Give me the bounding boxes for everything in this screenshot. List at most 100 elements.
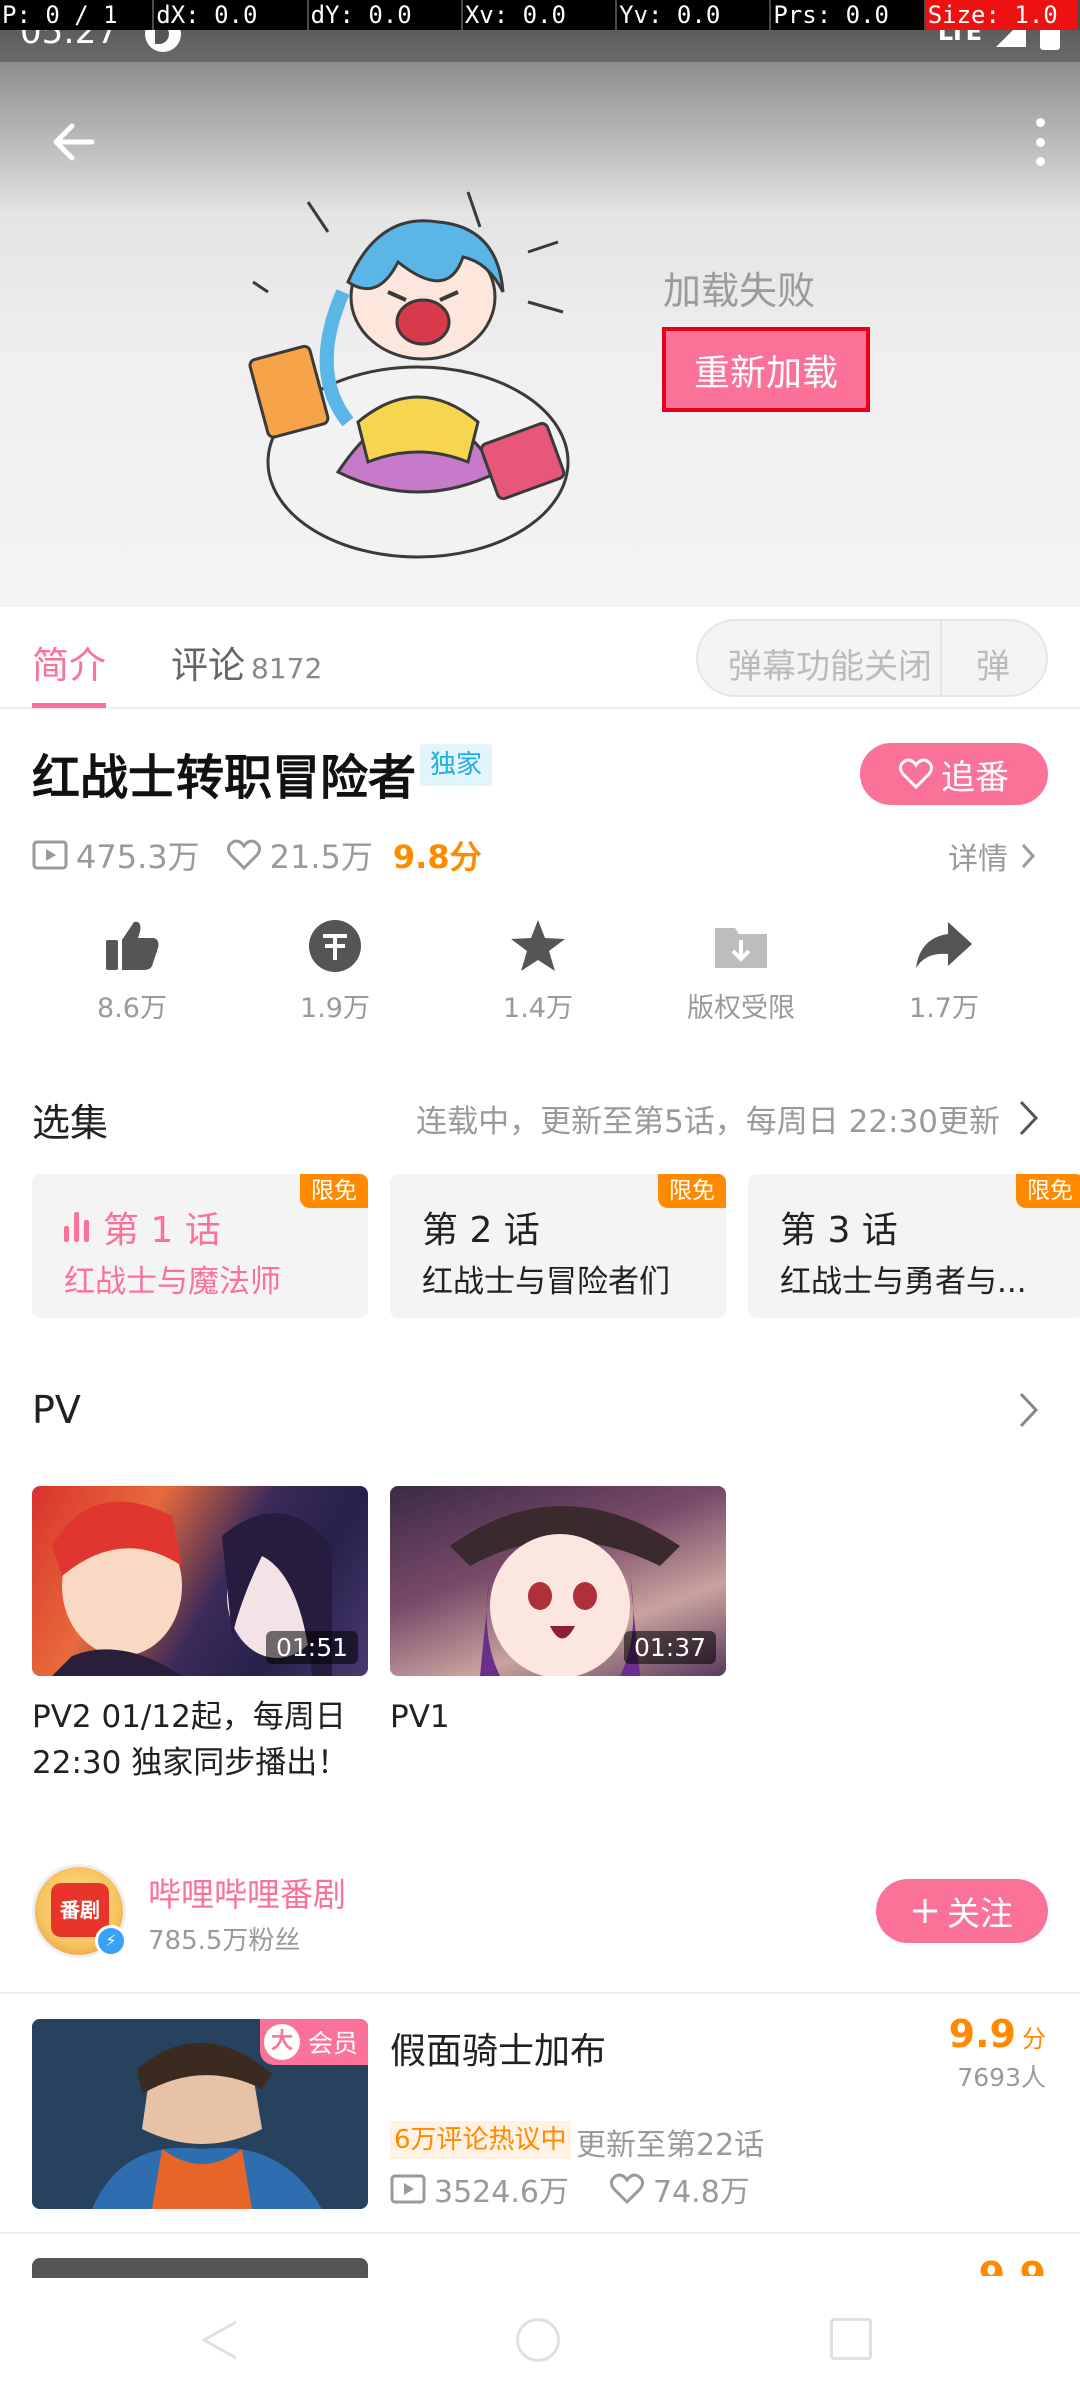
thumb-up-icon: [106, 921, 159, 970]
now-playing-icon: [64, 1212, 89, 1242]
nav-recents-icon[interactable]: [830, 2318, 872, 2360]
download-icon: [715, 928, 767, 968]
pv-chevron-icon[interactable]: [1016, 1390, 1042, 1430]
more-options-icon[interactable]: [1028, 112, 1052, 172]
episodes-chevron-icon[interactable]: [1016, 1098, 1042, 1138]
pv-title: PV2 01/12起，每周日22:30 独家同步播出！: [32, 1699, 349, 1781]
like-count-label: 8.6万: [97, 993, 167, 1024]
follow-uploader-button[interactable]: 关注: [876, 1879, 1048, 1943]
uploader-name[interactable]: 哔哩哔哩番剧: [148, 1868, 346, 1916]
pv-section-title: PV: [32, 1388, 81, 1432]
star-icon: [511, 920, 565, 971]
episode-subtitle: 红战士与冒险者们: [422, 1264, 670, 1300]
coin-count-label: 1.9万: [300, 993, 370, 1024]
episode-subtitle: 红战士与魔法师: [64, 1264, 281, 1300]
episode-title: 第 1 话: [64, 1201, 221, 1253]
overlay-pointer: P: 0 / 1: [0, 0, 155, 30]
overlay-yv: Yv: 0.0: [617, 0, 772, 30]
chevron-right-icon: [1021, 843, 1036, 869]
uploader-avatar[interactable]: 番剧 ⚡: [32, 1864, 127, 1958]
overlay-dx: dX: 0.0: [154, 0, 309, 30]
episodes-update-status[interactable]: 连载中，更新至第5话，每周日 22:30更新: [416, 1096, 1000, 1141]
tab-intro[interactable]: 简介: [32, 635, 106, 689]
danmaku-input[interactable]: 弹幕功能关闭 弹: [696, 619, 1048, 697]
free-badge: 限免: [300, 1174, 368, 1208]
heart-icon: [899, 758, 933, 790]
episode-title: 第 2 话: [422, 1210, 540, 1251]
recommendation-likes: 74.8万: [652, 2175, 750, 2210]
episode-title: 第 3 话: [780, 1210, 898, 1251]
danmaku-divider: [940, 621, 942, 695]
like-button[interactable]: 8.6万: [32, 918, 232, 1025]
tab-comments-label: 评论: [171, 644, 245, 687]
overlay-size: Size: 1.0: [925, 0, 1080, 30]
pv-title: PV1: [390, 1699, 450, 1735]
pv-item-1[interactable]: 01:51 PV2 01/12起，每周日22:30 独家同步播出！: [32, 1486, 368, 1786]
vip-badge: 大 会员: [259, 2019, 368, 2065]
favorite-count-label: 1.4万: [503, 993, 573, 1024]
recommendation-title[interactable]: 假面骑士加布: [390, 2022, 606, 2074]
episode-card-2[interactable]: 限免 第 2 话 红战士与冒险者们: [390, 1174, 726, 1318]
recommendation-stats: 3524.6万 74.8万: [390, 2167, 750, 2211]
plus-icon: [913, 1899, 937, 1923]
load-error-mascot-image: [248, 191, 570, 559]
favorite-button[interactable]: 1.4万: [438, 918, 638, 1025]
recommendation-plays: 3524.6万: [434, 2175, 569, 2210]
heart-outline-icon: [609, 2173, 645, 2205]
back-arrow-icon[interactable]: [44, 112, 104, 172]
danmaku-status-label: 弹幕功能关闭: [728, 647, 932, 687]
overlay-xv: Xv: 0.0: [463, 0, 618, 30]
free-badge: 限免: [1016, 1174, 1080, 1208]
episode-subtitle: 红战士与勇者与...: [780, 1264, 1027, 1300]
active-tab-indicator: [32, 703, 106, 708]
show-score: 9.8分: [392, 838, 482, 876]
reload-button[interactable]: 重新加载: [662, 327, 870, 412]
details-link[interactable]: 详情: [948, 834, 1036, 878]
score-unit: 分: [1022, 2025, 1046, 2053]
pv-duration: 01:51: [265, 1631, 358, 1664]
share-button[interactable]: 1.7万: [844, 918, 1044, 1025]
coin-button[interactable]: 1.9万: [235, 918, 435, 1025]
follow-uploader-label: 关注: [947, 1894, 1013, 1933]
pv-item-2[interactable]: 01:37 PV1: [390, 1486, 726, 1740]
recommendation-thumbnail[interactable]: 大 会员: [32, 2019, 368, 2209]
download-button[interactable]: 版权受限: [641, 918, 841, 1025]
play-count: 475.3万: [76, 838, 200, 876]
overlay-pressure: Prs: 0.0: [771, 0, 926, 30]
free-badge: 限免: [658, 1174, 726, 1208]
nav-home-icon[interactable]: [516, 2318, 560, 2362]
heart-outline-icon: [226, 839, 261, 871]
overlay-dy: dY: 0.0: [309, 0, 463, 30]
play-count-icon: [32, 840, 68, 870]
uploader-fans: 785.5万粉丝: [148, 1926, 301, 1956]
follow-show-label: 追番: [941, 757, 1009, 798]
next-recommendation-score: 9.9: [978, 2254, 1046, 2276]
comments-count: 8172: [251, 652, 323, 685]
share-count-label: 1.7万: [909, 993, 979, 1024]
system-navigation-bar: [0, 2278, 1080, 2400]
show-stats: 475.3万 21.5万 9.8分: [32, 832, 482, 878]
vip-label: 会员: [307, 2029, 358, 2058]
verified-icon: ⚡: [95, 1925, 127, 1957]
episode-card-1[interactable]: 限免 第 1 话 红战士与魔法师: [32, 1174, 368, 1318]
recommendation-hot-tag: 6万评论热议中: [390, 2121, 571, 2159]
divider: [0, 1992, 1080, 1994]
danmaku-toggle-icon[interactable]: 弹: [976, 639, 1010, 688]
play-count-icon: [390, 2174, 426, 2204]
exclusive-badge: 独家: [420, 744, 493, 786]
episode-card-3[interactable]: 限免 第 3 话 红战士与勇者与...: [748, 1174, 1080, 1318]
recommendation-score: 9.9 分: [949, 2012, 1046, 2056]
share-icon: [916, 922, 972, 968]
recommendation-raters: 7693人: [957, 2063, 1046, 2092]
detail-tabs: 简介 评论 8172 弹幕功能关闭 弹: [0, 607, 1080, 709]
recommendation-update: 更新至第22话: [576, 2128, 765, 2163]
episodes-section-title: 选集: [32, 1101, 109, 1145]
recommendation-score-value: 9.9: [948, 2012, 1016, 2056]
follow-show-button[interactable]: 追番: [860, 743, 1048, 805]
episode-title-text: 第 1 话: [103, 1210, 221, 1251]
pv-thumbnail: 01:51: [32, 1486, 368, 1676]
tab-comments[interactable]: 评论 8172: [171, 635, 322, 689]
action-row: 8.6万 1.9万 1.4万 版权受限 1.7万: [0, 918, 1080, 1030]
nav-back-icon[interactable]: [198, 2318, 242, 2362]
next-recommendation-thumbnail[interactable]: [32, 2258, 368, 2278]
